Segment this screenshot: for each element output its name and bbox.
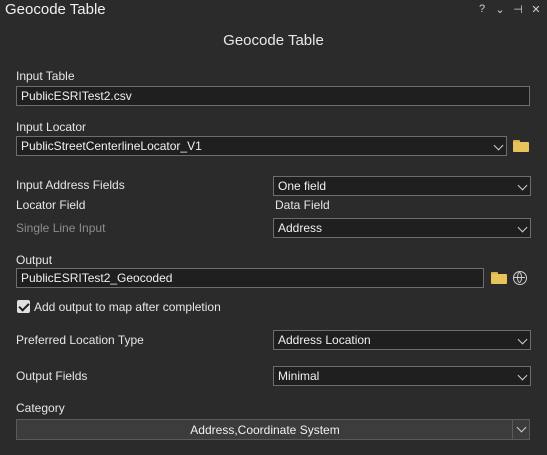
chevron-down-icon[interactable] (493, 140, 504, 151)
locator-field-header: Locator Field (16, 198, 86, 212)
address-fields-value: One field (278, 179, 327, 193)
window-controls: ? ⌄ ⊣ ✕ (477, 3, 541, 16)
preferred-location-label: Preferred Location Type (16, 333, 144, 347)
close-icon[interactable]: ✕ (531, 3, 541, 16)
panel-heading: Geocode Table (223, 32, 324, 49)
folder-icon[interactable] (513, 140, 529, 152)
add-to-map-checkbox[interactable] (17, 300, 30, 313)
chevron-down-icon[interactable] (516, 422, 527, 433)
single-line-label: Single Line Input (16, 221, 106, 235)
pin-icon[interactable]: ⊣ (513, 3, 523, 16)
options-menu-icon[interactable]: ⌄ (495, 3, 505, 16)
chevron-down-icon[interactable] (517, 370, 528, 381)
single-line-select[interactable]: Address (273, 218, 531, 238)
window-titlebar: Geocode Table ? ⌄ ⊣ ✕ (0, 0, 547, 22)
input-locator-value: PublicStreetCenterlineLocator_V1 (21, 139, 202, 153)
chevron-down-icon[interactable] (517, 222, 528, 233)
single-line-value: Address (278, 221, 323, 235)
input-table-label: Input Table (16, 69, 75, 83)
folder-icon[interactable] (491, 272, 507, 284)
category-dropdown[interactable]: Address,Coordinate System (16, 419, 530, 440)
output-fields-value: Minimal (278, 369, 320, 383)
add-to-map-label: Add output to map after completion (34, 300, 221, 314)
input-table-field[interactable]: PublicESRITest2.csv (16, 86, 530, 106)
category-label: Category (16, 401, 65, 415)
output-fields-select[interactable]: Minimal (273, 366, 531, 386)
category-toggle[interactable] (512, 420, 529, 439)
output-label: Output (16, 253, 53, 267)
window-title: Geocode Table (5, 1, 106, 18)
globe-icon[interactable] (513, 271, 527, 285)
address-fields-select[interactable]: One field (273, 176, 531, 196)
preferred-location-select[interactable]: Address Location (273, 330, 531, 350)
output-field[interactable]: PublicESRITest2_Geocoded (16, 268, 484, 288)
input-locator-label: Input Locator (16, 120, 87, 134)
data-field-header: Data Field (275, 198, 330, 212)
address-fields-label: Input Address Fields (16, 178, 125, 192)
chevron-down-icon[interactable] (517, 334, 528, 345)
input-locator-select[interactable]: PublicStreetCenterlineLocator_V1 (16, 136, 507, 156)
chevron-down-icon[interactable] (517, 180, 528, 191)
category-value: Address,Coordinate System (190, 423, 340, 437)
help-icon[interactable]: ? (477, 3, 487, 16)
preferred-location-value: Address Location (278, 333, 371, 347)
output-fields-label: Output Fields (16, 369, 88, 383)
